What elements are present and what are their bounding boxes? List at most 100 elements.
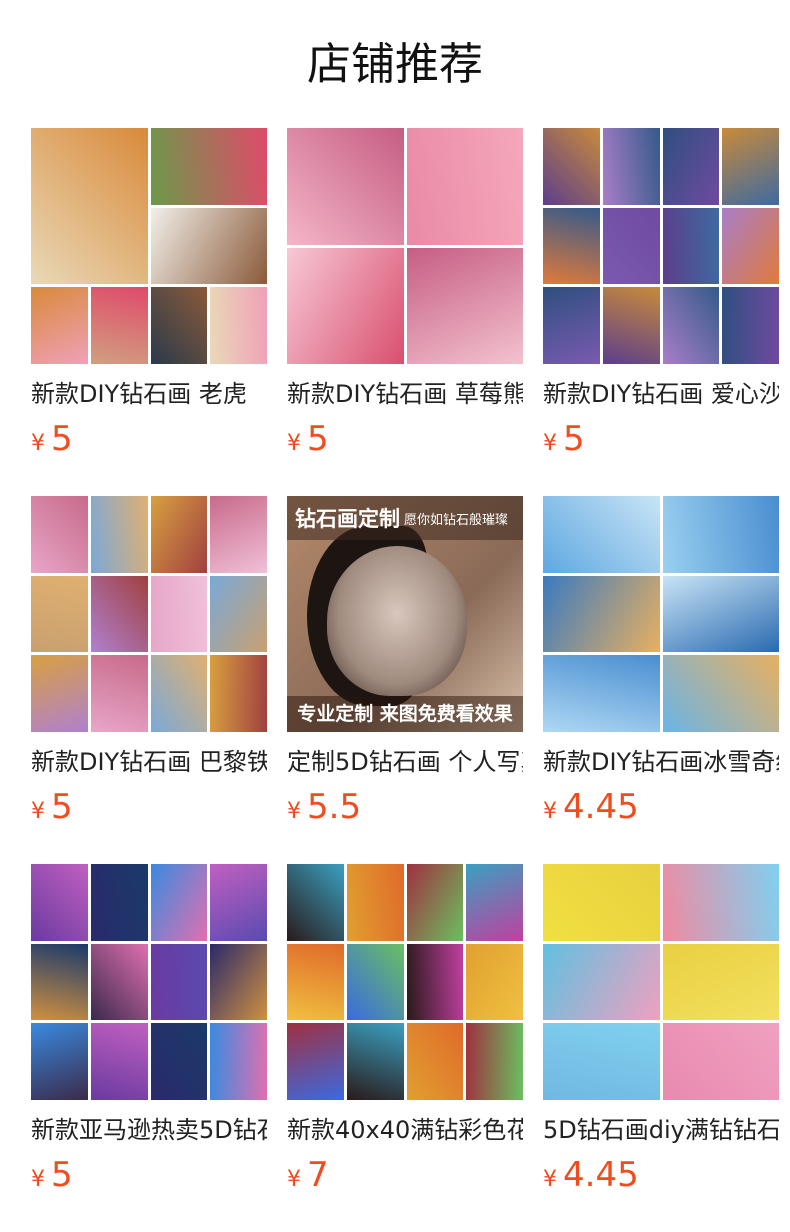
custom-banner-footer: 专业定制 来图免费看效果: [287, 696, 523, 732]
image-tile: [210, 1023, 267, 1100]
image-tile: [406, 1023, 464, 1100]
product-price: ¥5: [31, 784, 73, 830]
custom-banner: 钻石画定制 愿你如钻石般璀璨: [287, 496, 523, 540]
product-title[interactable]: 新款DIY钻石画 草莓熊: [287, 374, 523, 414]
image-tile: [602, 287, 660, 364]
custom-banner-title: 钻石画定制: [295, 507, 400, 531]
product-price: ¥5: [31, 416, 73, 462]
product-image[interactable]: [543, 864, 779, 1100]
image-tile: [31, 1023, 88, 1100]
currency-symbol: ¥: [543, 1167, 557, 1192]
image-tile: [662, 864, 779, 941]
product-price: ¥4.45: [543, 1152, 639, 1198]
image-tile: [287, 864, 344, 941]
product-card[interactable]: 新款DIY钻石画冰雪奇缘 ¥4.45: [543, 496, 779, 864]
price-amount: 5.5: [307, 787, 362, 827]
price-amount: 5: [51, 787, 73, 827]
image-tile: [150, 128, 267, 205]
image-tile: [287, 247, 404, 364]
product-title[interactable]: 新款40x40满钻彩色花瓶: [287, 1110, 523, 1150]
product-title[interactable]: 定制5D钻石画 个人写真: [287, 742, 523, 782]
product-card[interactable]: 5D钻石画diy满钻钻石画 ¥4.45: [543, 864, 779, 1232]
image-tile: [543, 496, 660, 573]
image-tile: [287, 128, 404, 245]
currency-symbol: ¥: [287, 799, 301, 824]
product-image[interactable]: [287, 128, 523, 364]
price-amount: 5: [51, 419, 73, 459]
image-tile: [662, 575, 779, 653]
product-image[interactable]: [31, 128, 267, 364]
product-title[interactable]: 新款DIY钻石画 老虎: [31, 374, 267, 414]
product-card[interactable]: 钻石画定制 愿你如钻石般璀璨 专业定制 来图免费看效果 定制5D钻石画 个人写真 ¥5.…: [287, 496, 523, 864]
product-image[interactable]: [543, 496, 779, 732]
product-price: ¥7: [287, 1152, 329, 1198]
image-tile: [150, 943, 208, 1021]
currency-symbol: ¥: [287, 431, 301, 456]
price-amount: 5: [307, 419, 329, 459]
product-title[interactable]: 5D钻石画diy满钻钻石画: [543, 1110, 779, 1150]
image-tile: [543, 1023, 660, 1100]
image-tile: [722, 207, 779, 285]
image-tile: [346, 1023, 404, 1100]
product-card[interactable]: 新款40x40满钻彩色花瓶¥7: [287, 864, 523, 1232]
image-tile: [466, 943, 523, 1021]
image-tile: [602, 207, 660, 285]
image-tile: [662, 287, 720, 364]
image-tile: [346, 943, 404, 1021]
image-tile: [466, 1023, 523, 1100]
product-grid: 新款DIY钻石画 老虎¥5新款DIY钻石画 草莓熊¥5新款DIY钻石画 爱心沙滩…: [31, 128, 779, 1232]
image-tile: [150, 655, 208, 732]
image-tile: [406, 864, 464, 941]
price-amount: 5: [51, 1155, 73, 1195]
image-tile: [90, 864, 148, 941]
product-title[interactable]: 新款亚马逊热卖5D钻石画: [31, 1110, 267, 1150]
image-tile: [543, 575, 660, 653]
image-tile: [90, 1023, 148, 1100]
product-card[interactable]: 新款亚马逊热卖5D钻石画¥5: [31, 864, 267, 1232]
image-tile: [90, 655, 148, 732]
currency-symbol: ¥: [31, 1167, 45, 1192]
product-image[interactable]: [31, 864, 267, 1100]
image-tile: [150, 207, 267, 285]
price-amount: 4.45: [563, 787, 639, 827]
product-card[interactable]: 新款DIY钻石画 老虎 ¥5: [31, 128, 267, 496]
image-tile: [602, 128, 660, 205]
product-image[interactable]: 钻石画定制 愿你如钻石般璀璨专业定制 来图免费看效果: [287, 496, 523, 732]
product-image[interactable]: [287, 864, 523, 1100]
image-tile: [722, 128, 779, 205]
price-amount: 5: [563, 419, 585, 459]
image-tile: [150, 287, 208, 364]
image-tile: [287, 943, 344, 1021]
product-price: ¥5: [31, 1152, 73, 1198]
product-price: ¥5: [543, 416, 585, 462]
product-price: ¥5.5: [287, 784, 361, 830]
image-tile: [662, 655, 779, 732]
product-card[interactable]: 新款DIY钻石画 爱心沙滩¥5: [543, 128, 779, 496]
product-title[interactable]: 新款DIY钻石画 爱心沙滩: [543, 374, 779, 414]
image-tile: [31, 287, 88, 364]
image-tile: [90, 575, 148, 653]
image-tile: [722, 287, 779, 364]
image-tile: [406, 943, 464, 1021]
image-tile: [662, 128, 720, 205]
product-title[interactable]: 新款DIY钻石画冰雪奇缘: [543, 742, 779, 782]
portrait-face: [327, 546, 467, 696]
product-image[interactable]: [543, 128, 779, 364]
currency-symbol: ¥: [543, 431, 557, 456]
image-tile: [543, 287, 600, 364]
image-tile: [210, 943, 267, 1021]
product-title[interactable]: 新款DIY钻石画 巴黎铁塔: [31, 742, 267, 782]
product-card[interactable]: 新款DIY钻石画 巴黎铁塔¥5: [31, 496, 267, 864]
image-tile: [150, 496, 208, 573]
image-tile: [31, 575, 88, 653]
product-card[interactable]: 新款DIY钻石画 草莓熊 ¥5: [287, 128, 523, 496]
price-amount: 7: [307, 1155, 329, 1195]
currency-symbol: ¥: [31, 431, 45, 456]
image-tile: [150, 864, 208, 941]
image-tile: [31, 864, 88, 941]
image-tile: [662, 1023, 779, 1100]
custom-banner-slogan: 愿你如钻石般璀璨: [404, 512, 509, 528]
image-tile: [210, 864, 267, 941]
price-amount: 4.45: [563, 1155, 639, 1195]
product-image[interactable]: [31, 496, 267, 732]
